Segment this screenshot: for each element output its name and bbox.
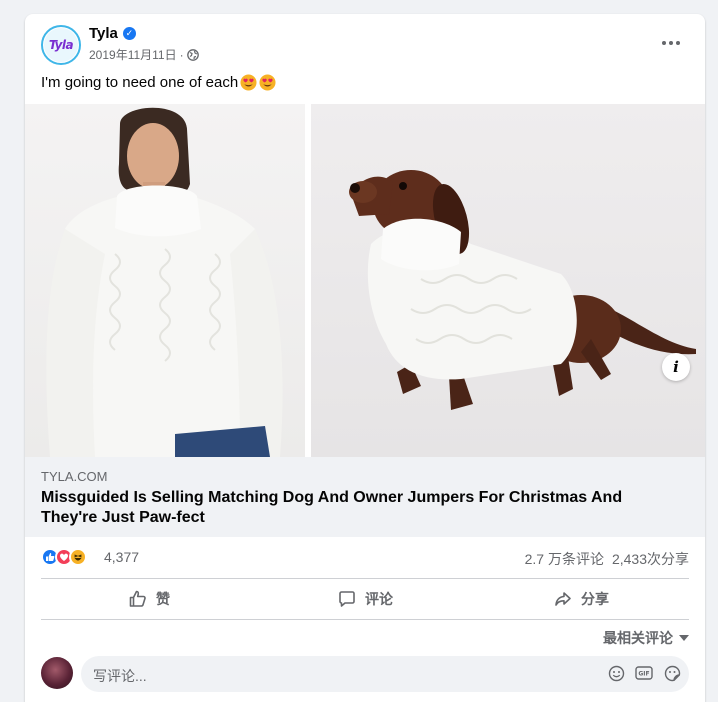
share-button[interactable]: 分享 xyxy=(473,579,689,619)
post-header: Tyla Tyla ✓ 2019年11月11日 · xyxy=(25,14,705,74)
info-icon[interactable]: i xyxy=(662,353,690,381)
svg-text:GIF: GIF xyxy=(638,671,649,678)
comment-button[interactable]: 评论 xyxy=(257,579,473,619)
link-domain: TYLA.COM xyxy=(41,469,108,484)
reaction-count[interactable]: 4,377 xyxy=(104,549,139,565)
comment-sort-dropdown[interactable]: 最相关评论 xyxy=(603,628,689,648)
gif-icon[interactable]: GIF xyxy=(635,664,653,682)
divider xyxy=(41,619,689,620)
post-media[interactable] xyxy=(25,104,705,457)
action-bar: 赞 评论 分享 xyxy=(41,579,689,619)
woman-in-sweater-photo[interactable] xyxy=(25,104,305,457)
share-label: 分享 xyxy=(581,591,609,607)
more-options-button[interactable] xyxy=(655,32,687,54)
woman-in-sweater-illustration xyxy=(46,107,283,457)
heart-eyes-emoji-icon xyxy=(259,74,276,91)
link-title[interactable]: Missguided Is Selling Matching Dog And O… xyxy=(41,488,661,528)
link-preview[interactable]: TYLA.COM Missguided Is Selling Matching … xyxy=(25,457,705,537)
share-count[interactable]: 2,433次分享 xyxy=(612,549,689,569)
sort-label: 最相关评论 xyxy=(603,630,673,646)
post-date[interactable]: 2019年11月11日 xyxy=(89,46,177,63)
page-avatar-logo: Tyla xyxy=(44,28,78,62)
thumbs-up-icon xyxy=(129,590,146,607)
author-name[interactable]: Tyla xyxy=(89,25,118,42)
comment-count[interactable]: 2.7 万条评论 xyxy=(525,549,604,569)
comment-input[interactable]: 写评论... GIF xyxy=(81,656,689,692)
caret-down-icon xyxy=(679,635,689,641)
verified-badge-icon: ✓ xyxy=(122,27,136,40)
heart-eyes-emoji-icon xyxy=(240,74,257,91)
page-avatar[interactable]: Tyla xyxy=(41,25,81,65)
comment-placeholder: 写评论... xyxy=(93,668,147,684)
post-meta: 2019年11月11日 · xyxy=(89,46,199,63)
comment-bubble-icon xyxy=(339,591,355,607)
post-text: I'm going to need one of each xyxy=(41,74,239,91)
comment-label: 评论 xyxy=(365,591,393,607)
comments-shares: 2.7 万条评论 2,433次分享 xyxy=(525,549,689,569)
current-user-avatar[interactable] xyxy=(41,657,73,689)
post-text-row: I'm going to need one of each xyxy=(41,74,276,91)
dog-in-sweater-illustration xyxy=(349,170,696,410)
dog-in-sweater-photo[interactable] xyxy=(311,104,705,457)
more-dot xyxy=(676,41,680,45)
author-row: Tyla ✓ xyxy=(89,25,136,42)
meta-separator: · xyxy=(179,47,184,62)
haha-reaction-icon xyxy=(69,548,87,566)
like-button[interactable]: 赞 xyxy=(41,579,257,619)
reaction-icons[interactable] xyxy=(41,548,87,566)
share-arrow-icon xyxy=(555,592,571,606)
globe-icon xyxy=(186,48,199,61)
comment-tools: GIF xyxy=(607,664,681,682)
sticker-icon[interactable] xyxy=(663,664,681,682)
emoji-icon[interactable] xyxy=(607,664,625,682)
post-stats: 4,377 2.7 万条评论 2,433次分享 xyxy=(41,545,689,569)
like-label: 赞 xyxy=(156,591,170,607)
post-card: Tyla Tyla ✓ 2019年11月11日 · I'm going to n… xyxy=(25,14,705,702)
more-dot xyxy=(662,41,666,45)
more-dot xyxy=(669,41,673,45)
